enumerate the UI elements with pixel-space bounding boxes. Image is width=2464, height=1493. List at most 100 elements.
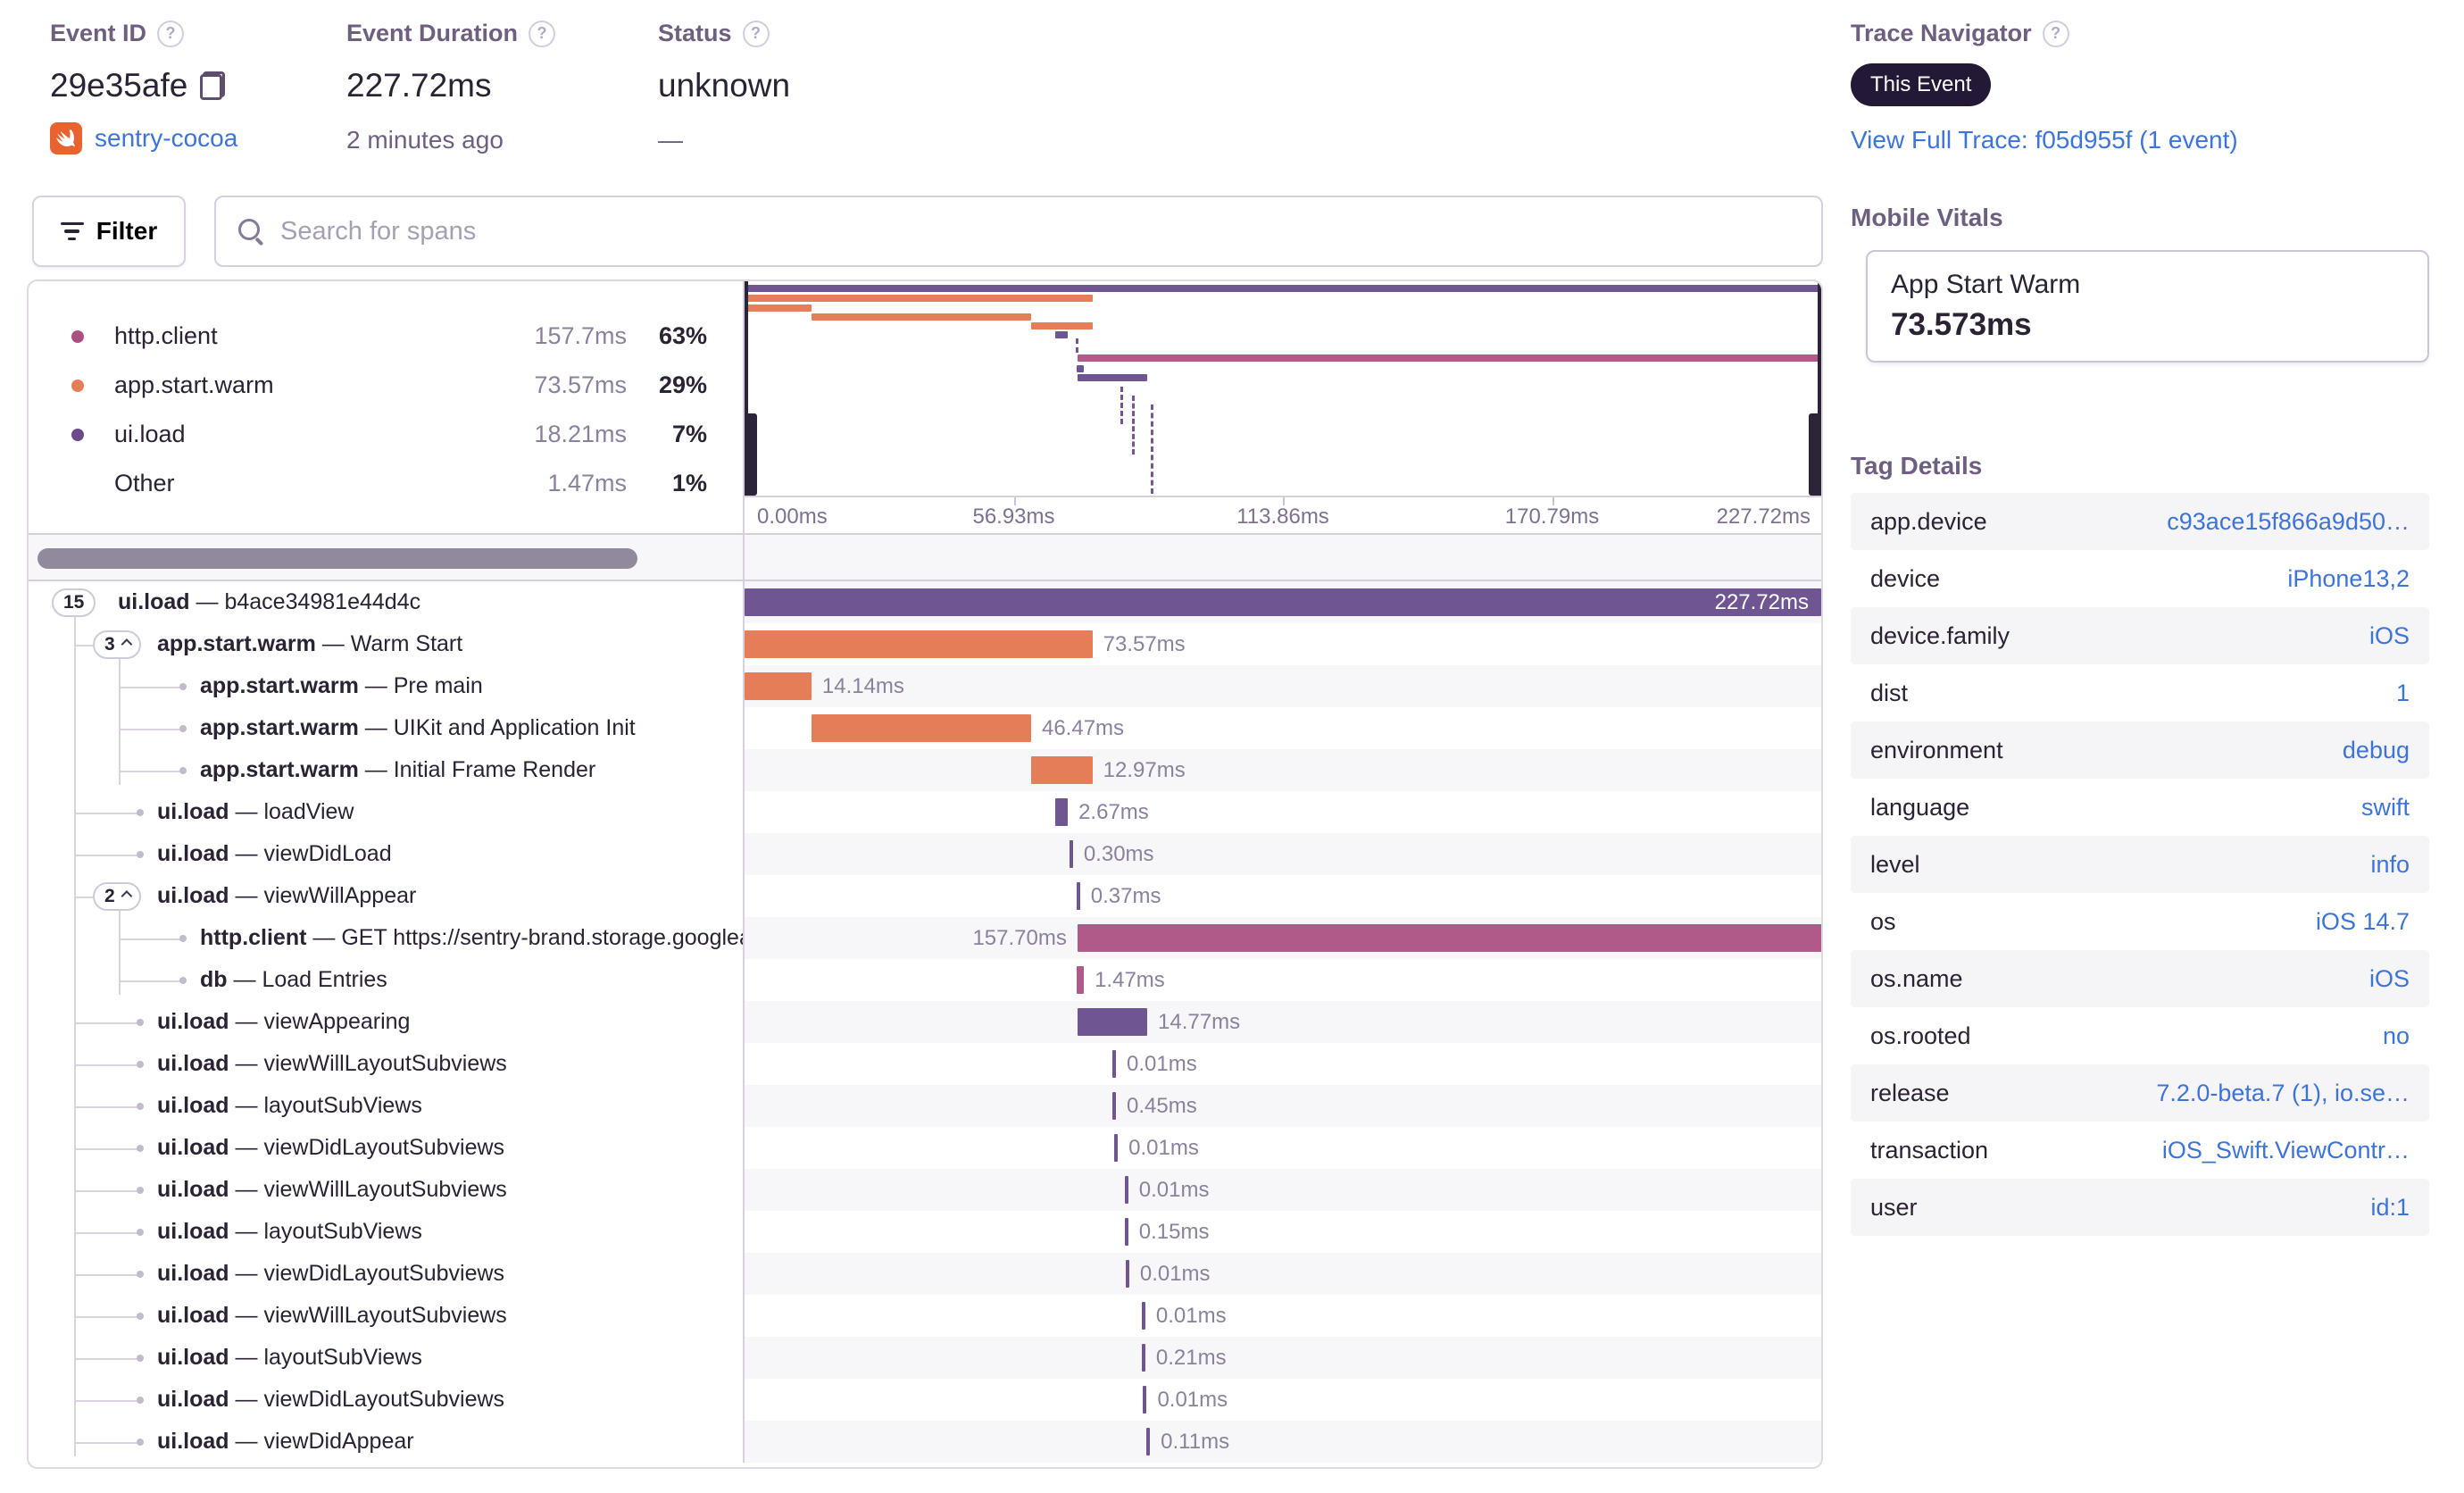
span-bar-cell[interactable]: 12.97ms xyxy=(745,749,1821,791)
span-row-ui-load[interactable]: ui.load — viewAppearing 14.77ms xyxy=(29,1001,1821,1043)
span-bar-cell[interactable]: 0.01ms xyxy=(745,1043,1821,1085)
span-bar-cell[interactable]: 46.47ms xyxy=(745,707,1821,749)
span-tree-cell[interactable]: ui.load — layoutSubViews xyxy=(29,1085,745,1127)
span-tree-cell[interactable]: app.start.warm — Initial Frame Render xyxy=(29,749,745,791)
mobile-vitals-card[interactable]: App Start Warm 73.573ms xyxy=(1866,250,2429,363)
help-icon[interactable]: ? xyxy=(2042,20,2069,47)
span-row-ui-load[interactable]: ui.load — layoutSubViews 0.45ms xyxy=(29,1085,1821,1127)
span-duration-bar[interactable] xyxy=(745,630,1093,658)
span-tree-cell[interactable]: ui.load — viewDidLayoutSubviews xyxy=(29,1253,745,1295)
span-row-app-start-warm[interactable]: 3 app.start.warm — Warm Start 73.57ms xyxy=(29,623,1821,665)
search-input[interactable] xyxy=(280,216,1800,246)
span-bar-cell[interactable]: 0.15ms xyxy=(745,1211,1821,1253)
span-duration-bar[interactable] xyxy=(1030,756,1093,784)
span-bar-cell[interactable]: 0.11ms xyxy=(745,1421,1821,1463)
span-tree-cell[interactable]: ui.load — layoutSubViews xyxy=(29,1337,745,1379)
span-duration-bar[interactable] xyxy=(1114,1134,1119,1162)
span-tree-cell[interactable]: ui.load — viewWillLayoutSubviews xyxy=(29,1043,745,1085)
span-row-ui-load[interactable]: ui.load — viewDidLayoutSubviews 0.01ms xyxy=(29,1379,1821,1421)
span-duration-bar[interactable] xyxy=(1124,1218,1128,1246)
span-tree-cell[interactable]: ui.load — layoutSubViews xyxy=(29,1211,745,1253)
tag-value-link[interactable]: iPhone13,2 xyxy=(2287,565,2410,593)
span-bar-cell[interactable]: 157.70ms xyxy=(745,917,1821,959)
span-duration-bar[interactable] xyxy=(745,588,1821,616)
span-bar-cell[interactable]: 0.01ms xyxy=(745,1295,1821,1337)
span-duration-bar[interactable] xyxy=(811,714,1031,742)
span-duration-bar[interactable] xyxy=(1143,1386,1147,1414)
span-count-pill[interactable]: 3 xyxy=(93,630,141,659)
span-duration-bar[interactable] xyxy=(1077,924,1821,952)
tag-value-link[interactable]: iOS xyxy=(2369,965,2410,993)
tag-value-link[interactable]: no xyxy=(2383,1022,2410,1050)
trace-minimap[interactable]: 0.00ms 56.93ms 113.86ms 170.79ms 227.72ms xyxy=(745,281,1821,533)
span-bar-cell[interactable]: 0.21ms xyxy=(745,1337,1821,1379)
span-tree-cell[interactable]: app.start.warm — Pre main xyxy=(29,665,745,707)
tag-value-link[interactable]: 1 xyxy=(2396,680,2410,707)
span-duration-bar[interactable] xyxy=(1141,1344,1145,1372)
span-row-ui-load[interactable]: ui.load — loadView 2.67ms xyxy=(29,791,1821,833)
span-bar-cell[interactable]: 0.30ms xyxy=(745,833,1821,875)
span-row-ui-load[interactable]: ui.load — layoutSubViews 0.21ms xyxy=(29,1337,1821,1379)
span-bar-cell[interactable]: 1.47ms xyxy=(745,959,1821,1001)
span-duration-bar[interactable] xyxy=(1124,1176,1128,1204)
tag-value-link[interactable]: iOS xyxy=(2369,622,2410,650)
span-duration-bar[interactable] xyxy=(1112,1092,1117,1120)
span-search-box[interactable] xyxy=(214,196,1823,267)
span-row-ui-load[interactable]: 15 ui.load — b4ace34981e44d4c 227.72ms xyxy=(29,581,1821,623)
span-row-ui-load[interactable]: ui.load — viewDidAppear 0.11ms xyxy=(29,1421,1821,1463)
legend-item-http-client[interactable]: http.client 157.7ms 63% xyxy=(29,312,743,361)
legend-item-ui-load[interactable]: ui.load 18.21ms 7% xyxy=(29,410,743,459)
span-tree-cell[interactable]: ui.load — viewWillLayoutSubviews xyxy=(29,1295,745,1337)
span-bar-cell[interactable]: 0.01ms xyxy=(745,1127,1821,1169)
span-tree-cell[interactable]: db — Load Entries xyxy=(29,959,745,1001)
span-duration-bar[interactable] xyxy=(1146,1428,1151,1455)
tree-horizontal-scrollbar[interactable] xyxy=(37,548,637,569)
span-row-ui-load[interactable]: ui.load — viewDidLayoutSubviews 0.01ms xyxy=(29,1253,1821,1295)
span-tree-cell[interactable]: ui.load — viewDidLayoutSubviews xyxy=(29,1127,745,1169)
span-row-ui-load[interactable]: ui.load — layoutSubViews 0.15ms xyxy=(29,1211,1821,1253)
span-tree-cell[interactable]: ui.load — viewDidLoad xyxy=(29,833,745,875)
span-count-pill[interactable]: 2 xyxy=(93,881,141,911)
span-duration-bar[interactable] xyxy=(1125,1260,1129,1288)
span-row-ui-load[interactable]: ui.load — viewWillLayoutSubviews 0.01ms xyxy=(29,1295,1821,1337)
span-tree-cell[interactable]: ui.load — viewDidLayoutSubviews xyxy=(29,1379,745,1421)
span-duration-bar[interactable] xyxy=(1077,966,1085,994)
minimap-canvas[interactable] xyxy=(745,281,1821,496)
span-bar-cell[interactable]: 0.01ms xyxy=(745,1379,1821,1421)
span-tree-cell[interactable]: 2 ui.load — viewWillAppear xyxy=(29,875,745,917)
span-bar-cell[interactable]: 0.37ms xyxy=(745,875,1821,917)
tag-value-link[interactable]: c93ace15f866a9d50… xyxy=(2167,508,2410,536)
span-bar-cell[interactable]: 2.67ms xyxy=(745,791,1821,833)
span-duration-bar[interactable] xyxy=(1069,840,1073,868)
help-icon[interactable]: ? xyxy=(529,20,556,47)
span-tree-cell[interactable]: ui.load — viewAppearing xyxy=(29,1001,745,1043)
span-bar-cell[interactable]: 14.14ms xyxy=(745,665,1821,707)
span-bar-cell[interactable]: 73.57ms xyxy=(745,623,1821,665)
span-tree-cell[interactable]: 15 ui.load — b4ace34981e44d4c xyxy=(29,581,745,623)
span-row-ui-load[interactable]: 2 ui.load — viewWillAppear 0.37ms xyxy=(29,875,1821,917)
span-row-ui-load[interactable]: ui.load — viewWillLayoutSubviews 0.01ms xyxy=(29,1169,1821,1211)
span-tree-cell[interactable]: ui.load — loadView xyxy=(29,791,745,833)
span-bar-cell[interactable]: 0.45ms xyxy=(745,1085,1821,1127)
minimap-drag-handle[interactable] xyxy=(1809,413,1821,496)
minimap-drag-handle[interactable] xyxy=(745,413,757,496)
legend-item-Other[interactable]: Other 1.47ms 1% xyxy=(29,459,743,508)
span-row-ui-load[interactable]: ui.load — viewDidLayoutSubviews 0.01ms xyxy=(29,1127,1821,1169)
span-tree-cell[interactable]: 3 app.start.warm — Warm Start xyxy=(29,623,745,665)
tag-value-link[interactable]: 7.2.0-beta.7 (1), io.se… xyxy=(2156,1080,2410,1107)
span-bar-cell[interactable]: 227.72ms xyxy=(745,581,1821,623)
span-bar-cell[interactable]: 0.01ms xyxy=(745,1169,1821,1211)
span-row-app-start-warm[interactable]: app.start.warm — UIKit and Application I… xyxy=(29,707,1821,749)
span-tree-cell[interactable]: ui.load — viewDidAppear xyxy=(29,1421,745,1463)
span-duration-bar[interactable] xyxy=(1077,1008,1148,1036)
span-row-ui-load[interactable]: ui.load — viewWillLayoutSubviews 0.01ms xyxy=(29,1043,1821,1085)
span-duration-bar[interactable] xyxy=(1054,798,1069,826)
tag-value-link[interactable]: info xyxy=(2370,851,2410,879)
span-row-db[interactable]: db — Load Entries 1.47ms xyxy=(29,959,1821,1001)
span-row-app-start-warm[interactable]: app.start.warm — Initial Frame Render 12.… xyxy=(29,749,1821,791)
span-row-app-start-warm[interactable]: app.start.warm — Pre main 14.14ms xyxy=(29,665,1821,707)
span-tree-cell[interactable]: http.client — GET https://sentry-brand.s… xyxy=(29,917,745,959)
span-bar-cell[interactable]: 0.01ms xyxy=(745,1253,1821,1295)
tag-value-link[interactable]: debug xyxy=(2343,737,2410,764)
tag-value-link[interactable]: id:1 xyxy=(2370,1194,2410,1222)
